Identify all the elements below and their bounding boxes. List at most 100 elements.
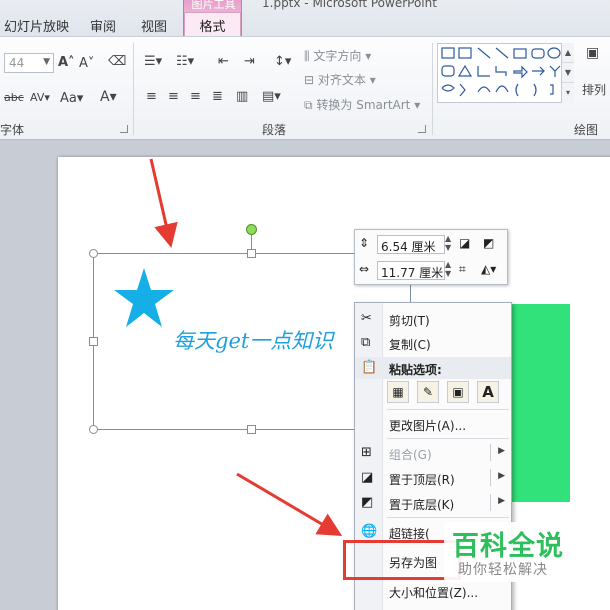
text-direction-button[interactable]: ⫼ 文字方向 ▾ <box>304 47 371 64</box>
submenu-arrow-icon[interactable]: ▶ <box>498 496 505 506</box>
paste-keep-source-format-icon[interactable]: ✎ <box>417 381 439 403</box>
shape-width-icon: ⇔ <box>359 262 370 276</box>
tab-slideshow[interactable]: 幻灯片放映 <box>4 16 69 35</box>
drawing-group-label: 绘图 <box>574 123 599 137</box>
align-text-button[interactable]: ⊟ 对齐文本 ▾ <box>304 71 376 88</box>
align-right-icon[interactable]: ≡ <box>190 89 201 104</box>
resize-handle-bottom[interactable] <box>247 425 256 434</box>
star-icon <box>114 268 174 327</box>
distribute-icon[interactable]: ▥ <box>236 89 248 104</box>
menu-item-label: 组合(G) <box>389 448 432 462</box>
menu-item-label: 剪切(T) <box>389 314 430 328</box>
height-spinner[interactable]: ▲ ▼ <box>445 234 451 252</box>
menu-item-label: 置于顶层(R) <box>389 473 455 487</box>
convert-smartart-button[interactable]: ⧉ 转换为 SmartArt ▾ <box>304 96 420 113</box>
font-dialog-launcher-icon[interactable] <box>120 125 128 133</box>
menu-item-cut[interactable]: ✂ 剪切(T) <box>355 307 511 331</box>
justify-icon[interactable]: ≣ <box>212 89 223 104</box>
watermark-sub-text: 助你轻松解决 <box>458 562 548 578</box>
group-icon: ⊞ <box>361 445 372 460</box>
paste-as-picture-icon[interactable]: ▣ <box>447 381 469 403</box>
menu-separator <box>387 409 509 410</box>
font-size-value: 44 <box>9 56 25 70</box>
font-size-combo[interactable]: 44 ▼ <box>4 53 54 73</box>
bring-forward-icon[interactable]: ◪ <box>459 236 470 250</box>
rotate-icon[interactable]: ◭▾ <box>481 262 496 276</box>
tab-format[interactable]: 格式 <box>184 12 241 36</box>
ribbon-tab-bar: 幻灯片放映 审阅 视图 图片工具 格式 1.pptx - Microsoft P… <box>0 0 610 36</box>
width-input[interactable]: 11.77 厘米 <box>377 261 445 280</box>
menu-item-send-to-back[interactable]: ◩ 置于底层(K) ▶ <box>355 491 511 515</box>
align-left-icon[interactable]: ≡ <box>146 89 157 104</box>
document-title: 1.pptx - Microsoft PowerPoint <box>262 0 437 10</box>
paragraph-dialog-launcher-icon[interactable] <box>418 125 426 133</box>
scroll-down-icon[interactable]: ▼ <box>562 63 574 83</box>
text-direction-icon: ⫼ <box>304 49 310 63</box>
menu-item-copy[interactable]: ⧉ 复制(C) <box>355 331 511 355</box>
menu-item-change-picture[interactable]: 更改图片(A)... <box>355 412 511 436</box>
size-mini-toolbar: ⇕ 6.54 厘米 ▲ ▼ ◪ ◩ ⇔ 11.77 厘米 ▲ ▼ ⌗ ◭▾ <box>354 229 508 285</box>
bring-front-icon: ◪ <box>361 470 374 485</box>
submenu-divider <box>490 494 491 511</box>
group-divider <box>432 43 433 135</box>
gallery-more-icon[interactable]: ▾ <box>562 83 574 103</box>
width-spinner[interactable]: ▲ ▼ <box>445 260 451 278</box>
menu-item-label: 置于底层(K) <box>389 498 455 512</box>
resize-handle-left[interactable] <box>89 337 98 346</box>
send-backward-icon[interactable]: ◩ <box>483 236 494 250</box>
columns-icon[interactable]: ▤▾ <box>262 89 281 104</box>
rotate-handle[interactable] <box>246 224 257 235</box>
change-case-icon[interactable]: Aa▾ <box>60 91 83 106</box>
green-rectangle-shape[interactable] <box>510 304 570 502</box>
resize-handle-top-left[interactable] <box>89 249 98 258</box>
crop-icon[interactable]: ⌗ <box>459 262 466 277</box>
numbering-icon[interactable]: ☷▾ <box>176 54 194 69</box>
scissors-icon: ✂ <box>361 311 372 326</box>
group-divider <box>133 43 134 135</box>
clear-format-icon[interactable]: ⌫ <box>108 54 126 69</box>
paste-options-header: 📋 粘贴选项: <box>355 357 511 379</box>
submenu-arrow-icon: ▶ <box>498 446 505 456</box>
menu-item-label: 大小和位置(Z)... <box>389 586 479 600</box>
paste-keep-text-only-icon[interactable]: A <box>477 381 499 403</box>
align-text-label: 对齐文本 <box>317 73 366 87</box>
bullets-icon[interactable]: ☰▾ <box>144 54 162 69</box>
menu-item-bring-to-front[interactable]: ◪ 置于顶层(R) ▶ <box>355 466 511 490</box>
convert-smartart-label: 转换为 SmartArt <box>316 98 411 112</box>
arrange-label: 排列 <box>582 83 607 97</box>
decrease-indent-icon[interactable]: ⇤ <box>218 54 229 69</box>
align-center-icon[interactable]: ≡ <box>168 89 179 104</box>
strikethrough-icon[interactable]: abc <box>4 91 24 104</box>
shapes-gallery[interactable] <box>437 43 570 103</box>
ribbon: 44 ▼ A˄ A˅ ⌫ abc AV▾ Aa▾ A▾ 字体 ☰▾ ☷▾ ⇤ ⇥… <box>0 36 610 140</box>
tab-view[interactable]: 视图 <box>141 16 167 35</box>
menu-separator <box>387 517 509 518</box>
grow-font-icon[interactable]: A˄ <box>58 55 75 70</box>
resize-handle-bottom-left[interactable] <box>89 425 98 434</box>
menu-item-label: 复制(C) <box>389 338 431 352</box>
scroll-up-icon[interactable]: ▲ <box>562 43 574 63</box>
char-spacing-icon[interactable]: AV▾ <box>30 91 50 104</box>
font-color-icon[interactable]: A▾ <box>100 89 117 105</box>
submenu-divider <box>490 469 491 486</box>
paste-options-label: 粘贴选项: <box>389 363 442 377</box>
smartart-icon: ⧉ <box>304 98 313 112</box>
arrange-icon: ▣ <box>586 45 600 61</box>
shrink-font-icon[interactable]: A˅ <box>79 56 94 71</box>
arrange-button[interactable]: ▣ 排列 <box>580 45 606 109</box>
shapes-gallery-scroll[interactable]: ▲ ▼ ▾ <box>561 43 574 103</box>
height-input[interactable]: 6.54 厘米 <box>377 235 445 254</box>
menu-item-label: 更改图片(A)... <box>389 419 467 433</box>
resize-handle-top[interactable] <box>247 249 256 258</box>
shapes-gallery-icons <box>441 47 561 97</box>
menu-item-size-and-position[interactable]: 大小和位置(Z)... <box>355 579 511 603</box>
menu-item-group: ⊞ 组合(G) ▶ <box>355 441 511 465</box>
line-spacing-icon[interactable]: ↕▾ <box>274 54 291 69</box>
contextual-group-label: 图片工具 <box>191 0 236 11</box>
text-direction-label: 文字方向 <box>313 49 362 63</box>
paste-use-destination-theme-icon[interactable]: ▦ <box>387 381 409 403</box>
increase-indent-icon[interactable]: ⇥ <box>244 54 255 69</box>
submenu-arrow-icon[interactable]: ▶ <box>498 471 505 481</box>
chevron-down-icon: ▼ <box>43 57 50 67</box>
tab-review[interactable]: 审阅 <box>90 16 116 35</box>
